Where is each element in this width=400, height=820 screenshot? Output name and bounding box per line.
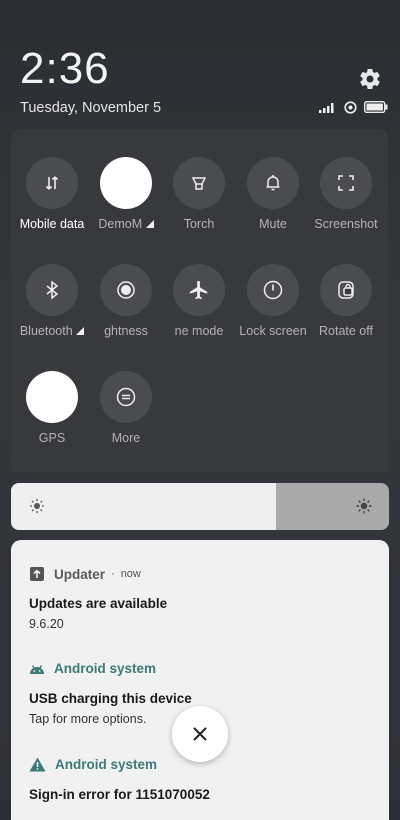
tile-mute[interactable]: Mute <box>236 157 310 231</box>
demo-mode-toggle[interactable] <box>100 157 152 209</box>
signal-corner-icon <box>145 220 154 228</box>
battery-icon <box>364 101 388 113</box>
tile-label: Rotate off <box>319 324 373 338</box>
tile-airplane-mode[interactable]: ne mode <box>162 264 236 338</box>
mute-toggle[interactable] <box>247 157 299 209</box>
tile-label: ghtness <box>104 324 148 338</box>
notification-app-name: Updater <box>54 566 106 582</box>
notification-app-name: Android system <box>55 757 158 772</box>
lock-screen-button[interactable] <box>247 264 299 316</box>
gear-icon[interactable] <box>358 67 382 91</box>
android-icon <box>30 664 44 674</box>
tile-label: More <box>111 431 141 445</box>
tile-label: Mobile data <box>19 217 85 231</box>
notification-dot: · <box>111 568 115 580</box>
notification-header: Android system <box>29 661 156 676</box>
notification-body: 9.6.20 <box>29 617 64 631</box>
tile-torch[interactable]: Torch <box>162 157 236 231</box>
bell-icon <box>266 175 280 191</box>
torch-icon <box>191 177 207 190</box>
notification-header: Updater · now <box>29 566 141 582</box>
bluetooth-icon <box>46 280 59 300</box>
notification-panel: Updater · now Updates are available 9.6.… <box>11 540 389 820</box>
signal-icon <box>319 103 334 113</box>
tile-more[interactable]: More <box>89 371 163 445</box>
notification-title[interactable]: Updates are available <box>29 596 167 611</box>
tile-bluetooth[interactable]: Bluetooth <box>15 264 89 338</box>
tile-lock-screen[interactable]: Lock screen <box>236 264 310 338</box>
brightness-mode-icon <box>117 281 135 299</box>
rotate-toggle[interactable] <box>320 264 372 316</box>
airplane-toggle[interactable] <box>173 264 225 316</box>
hotspot-icon <box>344 100 357 114</box>
brightness-toggle[interactable] <box>100 264 152 316</box>
tile-label: DemoM <box>89 217 163 231</box>
bluetooth-toggle[interactable] <box>26 264 78 316</box>
mobile-data-toggle[interactable] <box>26 157 78 209</box>
notification-time: now <box>120 568 141 580</box>
mobile-data-icon <box>45 176 59 190</box>
tile-label: ne mode <box>174 324 224 338</box>
notification-header: Android system <box>29 757 157 772</box>
tile-screenshot[interactable]: Screenshot <box>309 157 383 231</box>
brightness-slider[interactable] <box>11 483 389 530</box>
clock: 2:36 <box>20 44 110 93</box>
status-icons <box>319 100 388 114</box>
tile-demo-mode[interactable]: DemoM <box>89 157 163 231</box>
tile-label: GPS <box>38 431 66 445</box>
brightness-low-icon <box>30 499 44 513</box>
signal-corner-icon <box>76 327 85 335</box>
date: Tuesday, November 5 <box>20 100 162 116</box>
notification-body: Tap for more options. <box>29 712 147 726</box>
screenshot-icon <box>338 175 354 191</box>
tile-gps[interactable]: GPS <box>15 371 89 445</box>
torch-toggle[interactable] <box>173 157 225 209</box>
notification-app-name: Android system <box>54 661 157 676</box>
more-icon <box>116 387 136 407</box>
tile-label: Mute <box>259 217 287 231</box>
screenshot-toggle[interactable] <box>320 157 372 209</box>
warning-icon <box>29 757 46 772</box>
tile-brightness[interactable]: ghtness <box>89 264 163 338</box>
tile-label: Bluetooth <box>15 324 89 338</box>
tile-rotate[interactable]: Rotate off <box>309 264 383 338</box>
notification-title[interactable]: USB charging this device <box>29 691 192 706</box>
tile-label: Lock screen <box>239 324 307 338</box>
update-arrow-icon <box>30 567 44 581</box>
lock-screen-icon <box>263 280 283 300</box>
brightness-fill <box>11 483 276 530</box>
more-button[interactable] <box>100 371 152 423</box>
clear-notifications-button[interactable] <box>172 706 228 762</box>
tile-label: Torch <box>183 217 215 231</box>
tile-label: Screenshot <box>314 217 378 231</box>
rotate-lock-icon <box>338 281 354 299</box>
close-icon <box>193 727 207 741</box>
brightness-high-icon <box>356 498 372 514</box>
tile-mobile-data[interactable]: Mobile data <box>15 157 89 231</box>
gps-toggle[interactable] <box>26 371 78 423</box>
airplane-icon <box>189 280 208 300</box>
